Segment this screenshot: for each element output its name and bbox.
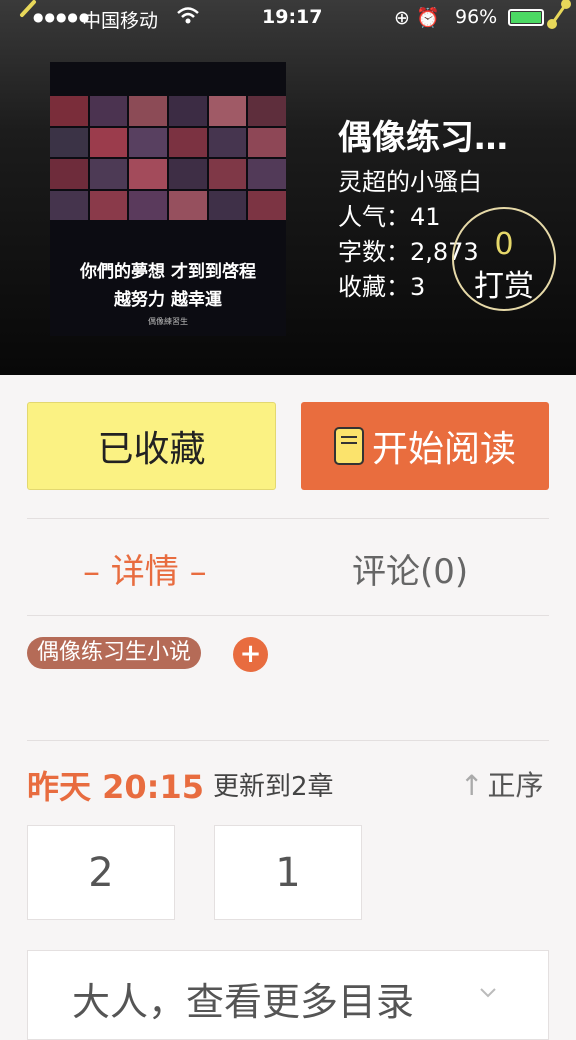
tip-button[interactable]: 0 打赏	[452, 207, 556, 311]
clock: 19:17	[262, 6, 323, 28]
battery-percent: 96%	[455, 6, 498, 28]
update-time: 昨天 20:15	[27, 768, 205, 806]
cover-slogan-line1: 你們的夢想 才到到啓程	[80, 262, 256, 282]
share-icon[interactable]	[534, 0, 574, 40]
tip-label: 打赏	[474, 269, 534, 304]
add-tag-button[interactable]: +	[233, 637, 268, 672]
book-cover[interactable]: 你們的夢想 才到到啓程 越努力 越幸運 偶像練習生	[50, 62, 286, 336]
start-reading-button[interactable]: 开始阅读	[301, 402, 549, 490]
book-icon	[333, 427, 364, 465]
sort-order-label: 正序	[487, 769, 544, 802]
cover-slogan-line2: 越努力 越幸運	[114, 290, 222, 310]
wifi-icon	[176, 5, 200, 30]
more-catalog-label: 大人，查看更多目录	[72, 980, 415, 1024]
divider	[27, 740, 549, 741]
tab-detail[interactable]: – 详情 –	[83, 544, 207, 593]
chevron-down-icon	[480, 988, 496, 998]
tab-comments[interactable]: 评论(0)	[352, 544, 468, 593]
cover-small-text: 偶像練習生	[148, 317, 188, 326]
book-author[interactable]: 灵超的小骚白	[338, 166, 508, 198]
tag-chip[interactable]: 偶像练习生小说	[27, 637, 202, 669]
back-icon[interactable]	[18, 0, 38, 36]
chapter-item[interactable]: 2	[27, 825, 175, 920]
cover-collage	[50, 96, 286, 220]
book-header: ●●●●● 中国移动 19:17 ⊕ ⏰ 96% 你們的夢想 才到到啓程 越努力…	[0, 0, 576, 375]
tip-count: 0	[494, 227, 514, 262]
sort-order-button[interactable]: ↑ 正序	[460, 764, 543, 804]
favorited-button[interactable]: 已收藏	[27, 402, 276, 490]
divider	[27, 615, 549, 616]
carrier-label: 中国移动	[82, 10, 159, 32]
more-catalog-button[interactable]: 大人，查看更多目录	[27, 950, 549, 1040]
chapter-item[interactable]: 1	[214, 825, 362, 920]
orientation-alarm-icons: ⊕ ⏰	[394, 7, 440, 29]
book-title: 偶像练习…	[338, 118, 508, 158]
cover-slogan: 你們的夢想 才到到啓程 越努力 越幸運	[50, 258, 286, 314]
arrow-up-icon: ↑	[460, 769, 484, 802]
status-bar: ●●●●● 中国移动 19:17 ⊕ ⏰ 96%	[0, 0, 576, 38]
divider	[27, 518, 549, 519]
start-reading-label: 开始阅读	[371, 429, 516, 470]
favorited-label: 已收藏	[97, 429, 206, 470]
update-status: 更新到2章	[213, 772, 334, 802]
